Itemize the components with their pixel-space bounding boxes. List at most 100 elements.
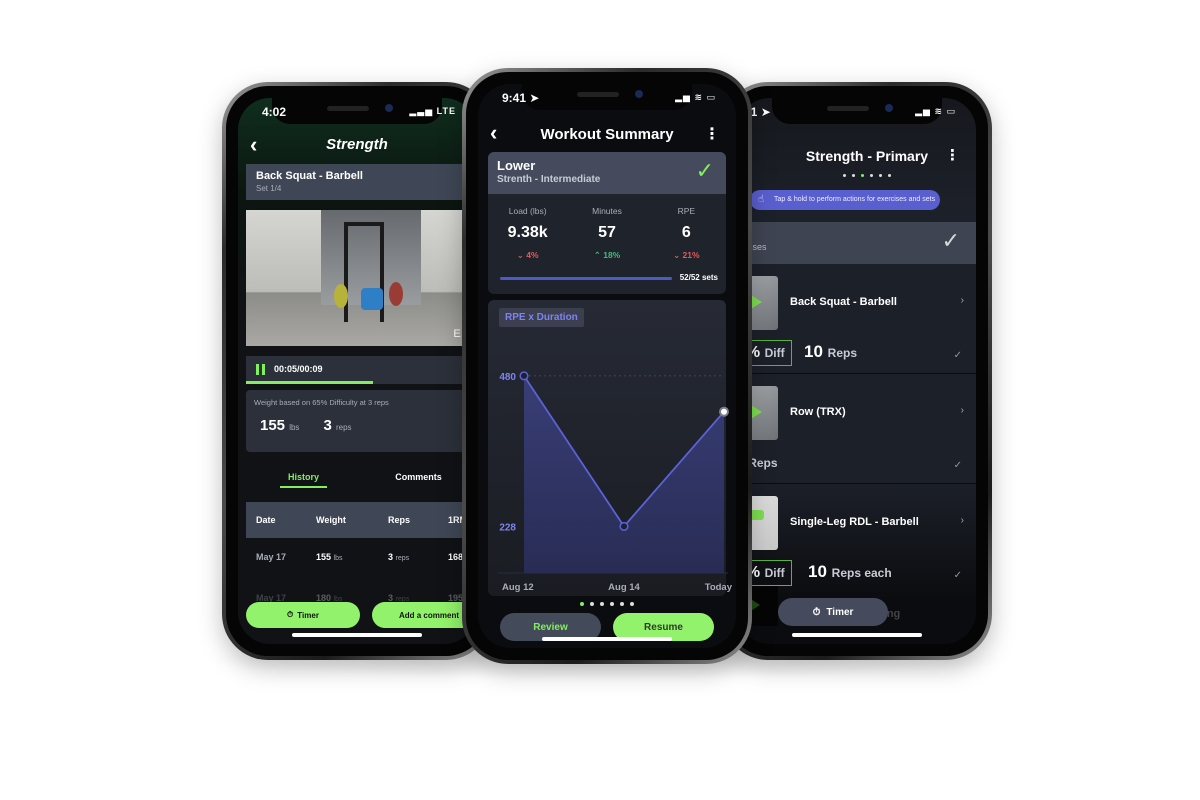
summary-header[interactable]: Lower Strenth - Intermediate ✓: [488, 152, 726, 194]
table-header: Date Weight Reps 1RM: [246, 502, 476, 538]
chart-card: RPE x Duration 480 228 Aug 12 Aug 14 Today: [488, 300, 733, 596]
sets-count: 52/52 sets: [679, 273, 718, 282]
status-time: 9:41 ➤: [502, 91, 540, 105]
timer-button[interactable]: ⏱ Timer: [246, 602, 360, 628]
data-point: [619, 521, 629, 531]
x-tick-label: Aug 12: [502, 582, 534, 593]
weight-note: Weight based on 65% Difficulty at 3 reps: [254, 398, 389, 407]
mockup-stage: 4:02 ▂▃▅ LTE ‹ Strength Back Squat - Bar…: [0, 0, 1200, 800]
page-title: Workout Summary: [540, 126, 674, 143]
signal-icon: ▂▃▅ LTE: [409, 106, 456, 116]
timer-button[interactable]: ⏱ Timer: [778, 598, 888, 626]
col-date: Date: [256, 515, 276, 525]
arrow-up-icon: ⌃: [593, 250, 604, 260]
group-name: et: [738, 228, 976, 242]
page-dot[interactable]: [888, 174, 891, 177]
group-subtitle: ercises: [738, 242, 767, 252]
set-counter: Set 1/4: [256, 184, 282, 193]
add-comment-button[interactable]: Add a comment: [372, 602, 476, 628]
page-dot[interactable]: [610, 602, 614, 606]
metric-rpe: RPE 6 ⌄ 21%: [673, 206, 700, 260]
metric-load: Load (lbs) 9.38k ⌄ 4%: [507, 206, 548, 260]
tab-comments[interactable]: Comments: [361, 468, 476, 492]
page-dot[interactable]: [852, 174, 855, 177]
pause-icon[interactable]: [256, 364, 265, 375]
video-timer-bar[interactable]: 00:05/00:09: [246, 356, 476, 384]
metric-minutes: Minutes 57 ⌃ 18%: [592, 206, 622, 260]
reps-value[interactable]: 10 Reps each: [808, 562, 892, 582]
more-options-icon[interactable]: ⋮: [704, 124, 720, 144]
home-indicator: [542, 637, 672, 641]
status-bar: 41 ➤ ▂▅ ≋ ▭: [738, 104, 976, 122]
page-dot[interactable]: [843, 174, 846, 177]
page-title: Strength - Primary: [805, 148, 929, 164]
home-indicator: [292, 633, 422, 637]
page-dot[interactable]: [600, 602, 604, 606]
sets-progress-bar: [500, 277, 672, 280]
exercise-name: Row (TRX): [790, 406, 846, 418]
check-icon[interactable]: ✓: [954, 460, 962, 471]
group-header[interactable]: et ercises ✓: [738, 222, 976, 264]
page-dot[interactable]: [620, 602, 624, 606]
weight-value[interactable]: 155 lbs: [260, 417, 299, 434]
area-fill: [524, 375, 724, 573]
more-options-icon[interactable]: ⋮: [945, 146, 960, 164]
signal-wifi-battery-icons: ▂▅ ≋ ▭: [915, 106, 956, 116]
location-icon: ➤: [529, 91, 540, 105]
page-dot[interactable]: [879, 174, 882, 177]
exercise-name: Back Squat - Barbell: [790, 296, 897, 308]
col-weight: Weight: [316, 515, 346, 525]
arrow-down-icon: ⌄: [516, 250, 527, 260]
table-row[interactable]: May 17 155 lbs 3 reps 168: [246, 538, 476, 575]
exercise-video[interactable]: EX: [246, 210, 476, 346]
status-bar: 4:02 ▂▃▅ LTE: [238, 104, 476, 122]
x-tick-label: Aug 14: [608, 582, 640, 593]
video-time: 00:05/00:09: [274, 364, 323, 374]
check-icon[interactable]: ✓: [954, 570, 962, 581]
tab-history[interactable]: History: [246, 468, 361, 492]
hint-banner[interactable]: ☝ Tap & hold to perform actions for exer…: [750, 190, 940, 210]
exercise-name: Single-Leg RDL - Barbell: [790, 516, 919, 528]
phone-right: 41 ➤ ▂▅ ≋ ▭ Strength - Primary ⋮ ☝ Tap &…: [722, 82, 992, 660]
tab-bar: History Comments: [246, 468, 476, 492]
summary-card: Lower Strenth - Intermediate ✓ Load (lbs…: [488, 152, 726, 294]
page-dot[interactable]: [870, 174, 873, 177]
chevron-right-icon: ›: [960, 515, 964, 526]
home-indicator: [792, 633, 922, 637]
weight-card: Weight based on 65% Difficulty at 3 reps…: [246, 390, 476, 452]
page-dot[interactable]: [861, 174, 864, 177]
workout-subtitle: Strenth - Intermediate: [497, 174, 601, 185]
page-title: Strength: [326, 136, 388, 153]
page-dot[interactable]: [630, 602, 634, 606]
metrics-row: Load (lbs) 9.38k ⌄ 4% Minutes 57 ⌃ 18% R…: [488, 194, 726, 261]
page-dots: [478, 602, 736, 606]
y-tick-label: 228: [499, 522, 516, 533]
stopwatch-icon: ⏱: [287, 610, 294, 619]
phone-left: 4:02 ▂▃▅ LTE ‹ Strength Back Squat - Bar…: [222, 82, 492, 660]
exercise-item[interactable]: Row (TRX) › 0 Reps ✓: [738, 374, 976, 484]
reps-value[interactable]: 3 reps: [323, 417, 351, 434]
check-icon: ✓: [695, 158, 714, 183]
x-tick-label: Today: [705, 582, 733, 593]
page-dots: [758, 174, 976, 177]
col-reps: Reps: [388, 515, 411, 525]
signal-wifi-battery-icons: ▂▅ ≋ ▭: [675, 92, 716, 102]
location-icon: ➤: [760, 105, 771, 119]
exercise-item[interactable]: Back Squat - Barbell › 0% Diff 10 Reps ✓: [738, 264, 976, 374]
y-tick-label: 480: [499, 372, 516, 383]
data-point: [719, 406, 729, 417]
exercise-name: Back Squat - Barbell: [256, 170, 363, 182]
video-progress[interactable]: [246, 381, 373, 384]
status-time: 4:02: [262, 105, 287, 119]
exercise-header[interactable]: Back Squat - Barbell Set 1/4: [246, 164, 476, 200]
page-dot[interactable]: [580, 602, 584, 606]
status-bar: 9:41 ➤ ▂▅ ≋ ▭: [478, 90, 736, 108]
arrow-down-icon: ⌄: [673, 250, 683, 260]
workout-screen: 41 ➤ ▂▅ ≋ ▭ Strength - Primary ⋮ ☝ Tap &…: [738, 98, 976, 644]
rpe-duration-chart[interactable]: 480 228 Aug 12 Aug 14 Today: [488, 300, 734, 596]
page-dot[interactable]: [590, 602, 594, 606]
reps-value[interactable]: 10 Reps: [804, 342, 857, 362]
data-point: [519, 371, 529, 381]
check-icon[interactable]: ✓: [954, 350, 962, 361]
exercise-item[interactable]: Single-Leg RDL - Barbell › 0% Diff 10 Re…: [738, 484, 976, 594]
